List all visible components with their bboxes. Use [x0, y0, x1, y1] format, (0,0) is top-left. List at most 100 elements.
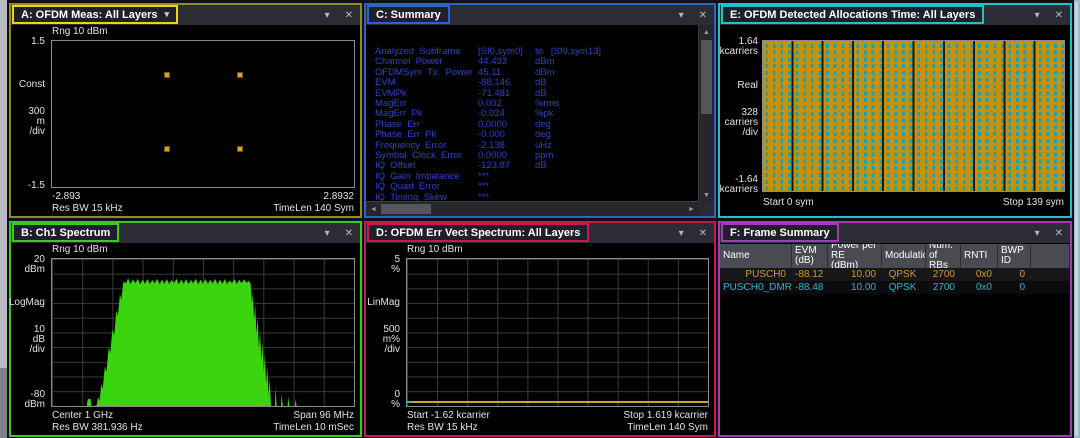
constellation-point	[163, 145, 170, 152]
panel-a-content: Rng 10 dBm 1.5 Const 300 m /div -1.5 -2.…	[11, 25, 360, 216]
frame-table-cell: -88.12	[795, 269, 824, 280]
panel-b-y-axis: 20 dBm LogMag 10 dB /div -80 dBm	[9, 255, 47, 410]
panel-summary: C: Summary ▾ ✕ Analyzed Subframe [Sf0,sym…	[364, 3, 716, 218]
evs-trace-start-tick	[407, 401, 412, 403]
panel-detected-allocations: E: OFDM Detected Allocations Time: All L…	[718, 3, 1072, 218]
frame-table-row[interactable]: PUSCH0 -88.12 10.00 QPSK 2700 0x0 0	[720, 268, 1070, 281]
horizontal-scroll-thumb[interactable]	[381, 204, 431, 214]
y-axis-bottom-label: -80 dBm	[24, 389, 45, 410]
panel-b-title: B: Ch1 Spectrum	[21, 226, 111, 239]
frame-table-cell: QPSK	[888, 269, 917, 280]
vsa-application-window: A: OFDM Meas: All Layers ▾ ▾ ✕ Rng 10 dB…	[0, 0, 1080, 438]
panel-err-vect-spectrum: D: OFDM Err Vect Spectrum: All Layers ▾ …	[364, 221, 716, 437]
y-axis-format-label: Real	[737, 80, 758, 92]
panel-b-titlebar: B: Ch1 Spectrum ▾ ✕	[11, 223, 360, 243]
y-axis-top-label: 1.5	[31, 36, 45, 47]
frame-table-column-header[interactable]	[1031, 244, 1070, 268]
panel-e-minimize-icon[interactable]: ▾	[1035, 10, 1040, 21]
evs-plot	[406, 258, 709, 407]
panel-a-title: A: OFDM Meas: All Layers	[21, 8, 158, 21]
panel-d-content: Rng 10 dBm 5 % LinMag 500 m% /div 0 % St…	[366, 243, 714, 435]
y-axis-bottom-label: -1.5	[27, 180, 45, 191]
panel-a-titlebar: A: OFDM Meas: All Layers ▾ ▾ ✕	[11, 5, 360, 25]
panel-c-minimize-icon[interactable]: ▾	[679, 10, 684, 21]
panel-f-close-icon[interactable]: ✕	[1055, 228, 1063, 239]
panel-c-title-dropdown[interactable]: C: Summary	[367, 5, 450, 24]
frame-table-cell: 0	[1019, 282, 1025, 293]
panel-e-start-label: Start 0 sym	[763, 197, 814, 208]
y-axis-top-label: 1.64 kcarriers	[719, 36, 758, 57]
y-axis-bottom-label: -1.64 kcarriers	[719, 174, 758, 195]
panel-a-range-label: Rng 10 dBm	[52, 26, 108, 37]
left-dock-edge-lower	[0, 368, 7, 438]
y-axis-scale-label: 500 m% /div	[382, 324, 400, 356]
panel-d-minimize-icon[interactable]: ▾	[679, 228, 684, 239]
summary-vertical-scrollbar[interactable]: ▲ ▼	[698, 25, 714, 202]
frame-table-column-header[interactable]: Name	[720, 244, 792, 268]
panel-d-title: D: OFDM Err Vect Spectrum: All Layers	[376, 226, 581, 239]
panel-e-content: 1.64 kcarriers Real 328 carriers /div -1…	[720, 25, 1070, 216]
frame-table-column-header[interactable]: RNTI	[961, 244, 998, 268]
y-axis-scale-label: 300 m /div	[28, 105, 45, 137]
panel-d-title-dropdown[interactable]: D: OFDM Err Vect Spectrum: All Layers	[367, 223, 590, 242]
frame-table-cell: 2700	[932, 269, 955, 280]
panel-c-titlebar: C: Summary ▾ ✕	[366, 5, 714, 25]
frame-table-column-header[interactable]: Num. of RBs	[926, 244, 961, 268]
panel-b-title-dropdown[interactable]: B: Ch1 Spectrum	[12, 223, 120, 242]
right-dock-edge-inner	[1075, 2, 1078, 436]
panel-e-title: E: OFDM Detected Allocations Time: All L…	[730, 8, 976, 21]
scroll-right-icon[interactable]: ►	[684, 202, 699, 216]
frame-table-cell: 0x0	[975, 282, 992, 293]
summary-unit: dB	[535, 160, 547, 172]
scroll-left-icon[interactable]: ◄	[366, 202, 381, 216]
panel-b-minimize-icon[interactable]: ▾	[325, 228, 330, 239]
panel-e-close-icon[interactable]: ✕	[1055, 10, 1063, 21]
frame-summary-table: NameEVM (dB)Power per RE (dBm)Modulation…	[720, 244, 1070, 294]
panel-a-title-dropdown[interactable]: A: OFDM Meas: All Layers ▾	[12, 5, 179, 24]
frame-table-column-header[interactable]: Power per RE (dBm)	[828, 244, 882, 268]
panel-a-close-icon[interactable]: ✕	[345, 10, 353, 21]
panel-d-range-label: Rng 10 dBm	[407, 244, 463, 255]
y-axis-scale-label: 10 dB /div	[29, 324, 45, 356]
scroll-up-icon[interactable]: ▲	[699, 25, 714, 39]
frame-table-column-header[interactable]: EVM (dB)	[792, 244, 828, 268]
constellation-point	[237, 72, 244, 79]
panel-e-y-axis: 1.64 kcarriers Real 328 carriers /div -1…	[719, 36, 760, 195]
frame-table-cell: 10.00	[850, 282, 876, 293]
panel-d-titlebar: D: OFDM Err Vect Spectrum: All Layers ▾ …	[366, 223, 714, 243]
panel-d-y-axis: 5 % LinMag 500 m% /div 0 %	[366, 254, 402, 410]
panel-c-close-icon[interactable]: ✕	[699, 10, 707, 21]
frame-table-cell: 2700	[932, 282, 955, 293]
panel-f-content: NameEVM (dB)Power per RE (dBm)Modulation…	[720, 243, 1070, 435]
frame-table-column-header[interactable]: Modulation	[882, 244, 926, 268]
frame-table-row[interactable]: PUSCH0_DMRS -88.48 10.00 QPSK 2700 0x0 0	[720, 281, 1070, 294]
vertical-scroll-thumb[interactable]	[701, 40, 712, 115]
frame-table-cell: -88.48	[795, 282, 824, 293]
panel-e-title-dropdown[interactable]: E: OFDM Detected Allocations Time: All L…	[721, 5, 985, 24]
dropdown-arrow-icon: ▾	[164, 9, 170, 19]
panel-c-title: C: Summary	[376, 8, 441, 21]
y-axis-format-label: LinMag	[367, 297, 400, 309]
panel-a-y-axis: 1.5 Const 300 m /div -1.5	[11, 36, 47, 191]
y-axis-format-label: Const	[18, 78, 45, 90]
panel-f-title-dropdown[interactable]: F: Frame Summary	[721, 223, 839, 242]
constellation-point	[163, 72, 170, 79]
panel-f-titlebar: F: Frame Summary ▾ ✕	[720, 223, 1070, 243]
panel-f-minimize-icon[interactable]: ▾	[1035, 228, 1040, 239]
summary-horizontal-scrollbar[interactable]: ◄ ►	[366, 201, 699, 216]
panel-d-close-icon[interactable]: ✕	[699, 228, 707, 239]
panel-e-stop-label: Stop 139 sym	[1002, 197, 1064, 208]
panel-b-close-icon[interactable]: ✕	[345, 228, 353, 239]
frame-table-cell: 0x0	[975, 269, 992, 280]
frame-table-column-header[interactable]: BWP ID	[998, 244, 1031, 268]
panel-d-bottom-right-label: Stop 1.619 kcarrier TimeLen 140 Sym	[623, 410, 709, 433]
y-axis-top-label: 5 %	[391, 254, 400, 275]
panel-d-bottom-left-label: Start -1.62 kcarrier Res BW 15 kHz	[407, 410, 490, 433]
panel-frame-summary: F: Frame Summary ▾ ✕ Name EVM (dB) Power p…	[718, 221, 1072, 437]
panel-ch1-spectrum: B: Ch1 Spectrum ▾ ✕ Rng 10 dBm 20 dBm Lo…	[9, 221, 362, 437]
panel-c-content: Analyzed Subframe [Sf0,sym0] to [Sf9,sym13…	[366, 25, 714, 216]
frame-table-header: NameEVM (dB)Power per RE (dBm)Modulation…	[720, 244, 1070, 268]
panel-b-bottom-right-label: Span 96 MHz TimeLen 10 mSec	[273, 410, 354, 433]
panel-a-minimize-icon[interactable]: ▾	[325, 10, 330, 21]
scroll-down-icon[interactable]: ▼	[699, 188, 714, 202]
